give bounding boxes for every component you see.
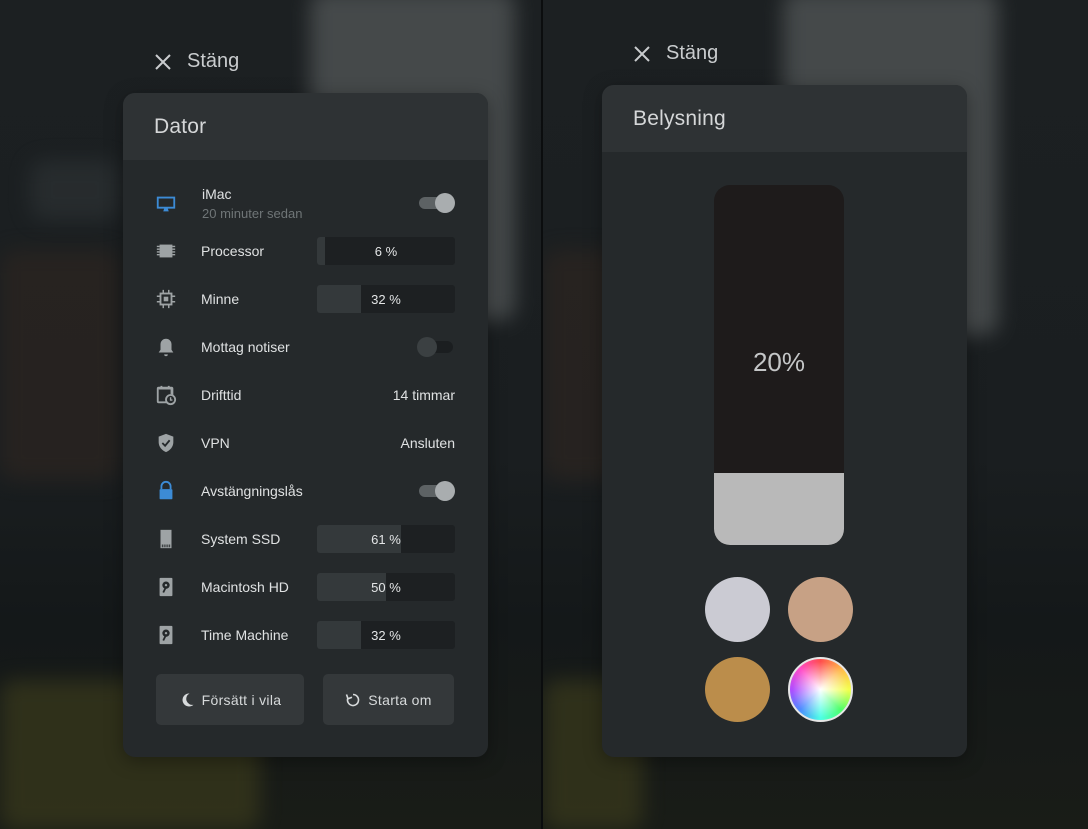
device-row: iMac 20 minuter sedan [123,180,488,230]
close-icon [634,45,650,62]
moon-icon [182,692,194,706]
brightness-fill [714,473,844,545]
device-toggle[interactable] [417,193,455,213]
list-item: Macintosh HD 50 % [123,563,488,611]
usage-bar: 32 % [317,285,455,313]
brightness-slider[interactable]: 20% [714,185,844,545]
toggle-switch[interactable] [417,481,455,501]
close-button-left[interactable]: Stäng [153,50,239,73]
list-item: Processor 6 % [123,227,488,275]
row-label: Processor [201,243,265,259]
list-item: Drifttid 14 timmar [123,371,488,419]
usage-bar: 50 % [317,573,455,601]
row-value: 14 timmar [392,387,455,403]
row-label: Macintosh HD [201,579,289,595]
row-label: VPN [201,435,230,451]
row-label: Drifttid [201,387,242,403]
white-swatch[interactable] [705,577,770,642]
row-label: Time Machine [201,627,289,643]
usage-value: 6 % [374,243,398,259]
row-label: Avstängningslås [201,483,303,499]
row-label: System SSD [201,531,281,547]
usage-value: 50 % [371,579,401,595]
sleep-button[interactable]: Försätt i vila [156,674,304,725]
row-label: Minne [201,291,240,307]
processor-icon [154,239,178,263]
usage-bar: 6 % [317,237,455,265]
harddisk-icon [154,575,178,599]
row-label: Mottag notiser [201,339,290,355]
list-item: Minne 32 % [123,275,488,323]
lock-icon [154,479,178,503]
toggle-switch[interactable] [417,337,455,357]
usage-bar: 32 % [317,621,455,649]
sd-card-icon [154,527,178,551]
list-item: Avstängningslås [123,467,488,515]
restart-button[interactable]: Starta om [323,674,454,725]
panel-title: Dator [123,93,488,160]
restart-icon [346,693,360,706]
calendar-clock-icon [154,383,178,407]
list-item: System SSD 61 % [123,515,488,563]
panel-title: Belysning [602,85,967,152]
color-wheel-swatch[interactable] [788,657,853,722]
usage-bar: 61 % [317,525,455,553]
list-item: Mottag notiser [123,323,488,371]
list-item: Time Machine 32 % [123,611,488,659]
bell-icon [154,335,178,359]
peach-swatch[interactable] [788,577,853,642]
close-button-right[interactable]: Stäng [632,42,718,65]
close-icon [155,53,171,70]
monitor-icon [154,192,178,216]
amber-swatch[interactable] [705,657,770,722]
device-last-seen: 20 minuter sedan [202,206,303,221]
lighting-panel: Belysning 20% [602,85,967,757]
close-label: Stäng [187,50,240,72]
sleep-label: Försätt i vila [201,691,282,708]
usage-value: 61 % [371,531,401,547]
close-label: Stäng [666,42,719,64]
harddisk-icon [154,623,178,647]
shield-check-icon [154,431,178,455]
device-name: iMac [202,186,232,202]
row-value: Ansluten [400,435,455,451]
restart-label: Starta om [368,691,432,708]
usage-value: 32 % [371,291,401,307]
brightness-value: 20% [752,347,806,377]
usage-value: 32 % [371,627,401,643]
list-item: VPN Ansluten [123,419,488,467]
memory-chip-icon [154,287,178,311]
computer-panel: Dator iMac 20 minuter sedan Processor 6 %… [123,93,488,757]
